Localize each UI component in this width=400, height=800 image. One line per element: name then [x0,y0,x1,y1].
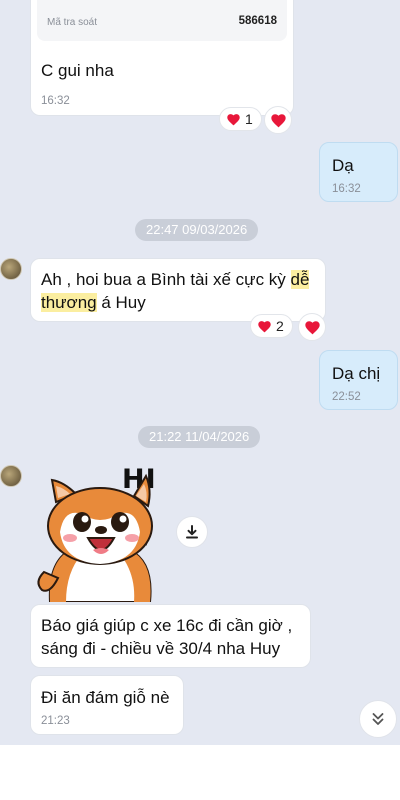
tracking-label: Mã tra soát [47,17,98,28]
message-line: Báo giá giúp c xe 16c đi cần giờ , [41,616,293,635]
tracking-value: 586618 [238,15,277,27]
message-text: Đi ăn đám giỗ nè [41,688,170,707]
react-heart-button[interactable] [264,106,292,134]
sticker-message[interactable]: HI [30,462,170,602]
highlighted-word: thương [41,293,97,312]
message-time: 22:52 [332,391,361,403]
message-text: Ah , hoi bua a Bình tài xế cực kỳ dễ thươ… [41,268,321,314]
message-time: 16:32 [41,95,70,107]
download-icon [186,525,198,539]
highlighted-word: dễ [290,270,310,289]
date-separator: 21:22 11/04/2026 [138,426,261,448]
heart-icon [258,320,271,332]
message-text: Dạ chị [332,364,381,383]
message-text: Dạ [332,156,354,175]
reaction-count: 2 [276,318,284,334]
message-line: sáng đi - chiều về 30/4 nha Huy [41,639,281,658]
message-text: Báo giá giúp c xe 16c đi cần giờ , sáng đ… [41,614,307,660]
reaction-count: 1 [245,111,253,127]
heart-icon [227,113,240,125]
date-separator: 22:47 09/03/2026 [135,219,259,241]
contact-avatar[interactable] [0,465,22,487]
react-heart-button[interactable] [298,313,326,341]
message-text: C gui nha [41,61,114,80]
message-bubble[interactable]: Đi ăn đám giỗ nè 21:23 [30,675,184,735]
heart-icon [304,320,320,334]
message-text-part: Ah , hoi bua a Bình tài xế cực kỳ [41,270,291,289]
download-button[interactable] [176,516,208,548]
chat-area[interactable]: Mã tra soát 586618 C gui nha 16:32 1 Dạ … [0,0,400,745]
scroll-to-bottom-button[interactable] [359,700,397,738]
heart-icon [270,113,286,127]
bottom-blank-area [0,745,400,800]
double-chevron-down-icon [372,713,384,725]
message-time: 16:32 [332,183,361,195]
my-message-bubble[interactable]: Dạ chị 22:52 [319,350,398,410]
message-text-part: á Huy [96,293,146,312]
my-message-bubble[interactable]: Dạ 16:32 [319,142,398,202]
message-bubble[interactable]: Ah , hoi bua a Bình tài xế cực kỳ dễ thươ… [30,258,326,322]
reaction-count-badge[interactable]: 2 [250,314,293,338]
shiba-dog-sticker [37,473,153,602]
contact-avatar[interactable] [0,258,22,280]
message-time: 21:23 [41,715,70,727]
message-bubble[interactable]: Báo giá giúp c xe 16c đi cần giờ , sáng đ… [30,604,311,668]
transfer-message-bubble[interactable]: Mã tra soát 586618 C gui nha 16:32 [30,0,294,116]
reaction-count-badge[interactable]: 1 [219,107,262,131]
transfer-details-card: Mã tra soát 586618 [37,0,287,41]
